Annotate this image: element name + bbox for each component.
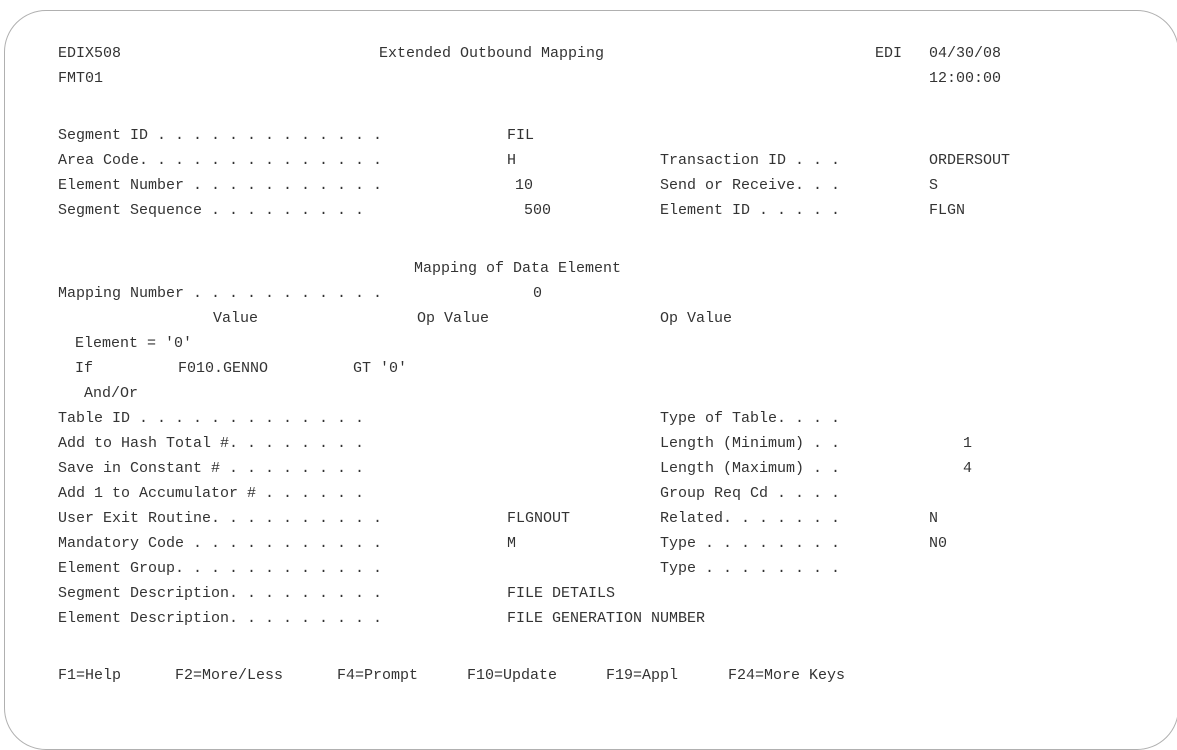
segment-description-label: Segment Description. . . . . . . . . [58,585,383,602]
f1-help-key[interactable]: F1=Help [58,667,121,685]
length-min-label: Length (Minimum) . . [660,435,841,452]
element-number-label: Element Number . . . . . . . . . . . [58,177,383,194]
accumulator-label: Add 1 to Accumulator # . . . . . . [58,485,365,502]
mandatory-code-value[interactable]: M [507,535,516,553]
col-op-value-header-2: Op Value [660,310,733,327]
length-max-label: Length (Maximum) . . [660,460,841,477]
type-label-2: Type . . . . . . . . [660,560,841,577]
related-label: Related. . . . . . . [660,510,841,527]
area-code-label: Area Code. . . . . . . . . . . . . . [58,152,383,169]
system-id: EDI [875,45,903,62]
program-id: EDIX508 [58,45,122,62]
transaction-id-label: Transaction ID . . . [660,152,841,169]
group-req-cd-label: Group Req Cd . . . . [660,485,841,502]
length-max-value[interactable]: 4 [963,460,972,478]
mapping-number-value[interactable]: 0 [533,285,542,303]
col-value-header: Value [213,310,259,327]
and-or-label[interactable]: And/Or [84,385,138,403]
f24-more-keys-key[interactable]: F24=More Keys [728,667,845,685]
screen-date: 04/30/08 [929,45,1002,62]
mandatory-code-label: Mandatory Code . . . . . . . . . . . [58,535,383,552]
type-label-1: Type . . . . . . . . [660,535,841,552]
send-or-receive-label: Send or Receive. . . [660,177,841,194]
if-label: If [75,360,94,377]
segment-sequence-value[interactable]: 500 [524,202,551,220]
element-id-value[interactable]: FLGN [929,202,965,220]
element-number-value[interactable]: 10 [515,177,533,195]
segment-id-label: Segment ID . . . . . . . . . . . . . [58,127,383,144]
format-id: FMT01 [58,70,104,87]
if-op-value[interactable]: GT '0' [353,360,407,378]
hash-total-label: Add to Hash Total #. . . . . . . . [58,435,365,452]
user-exit-label: User Exit Routine. . . . . . . . . . [58,510,383,527]
element-group-label: Element Group. . . . . . . . . . . . [58,560,383,577]
user-exit-value[interactable]: FLGNOUT [507,510,570,528]
segment-description-value: FILE DETAILS [507,585,616,602]
terminal-screen: EDIX508 Extended Outbound Mapping EDI 04… [0,0,1177,718]
segment-sequence-label: Segment Sequence . . . . . . . . . [58,202,365,219]
f19-appl-key[interactable]: F19=Appl [606,667,678,685]
f2-more-less-key[interactable]: F2=More/Less [175,667,283,685]
screen-time: 12:00:00 [929,70,1002,87]
f10-update-key[interactable]: F10=Update [467,667,557,685]
area-code-value[interactable]: H [507,152,516,170]
screen-title: Extended Outbound Mapping [379,45,605,62]
length-min-value[interactable]: 1 [963,435,972,453]
element-description-label: Element Description. . . . . . . . . [58,610,383,627]
segment-id-value[interactable]: FIL [507,127,534,145]
element-description-value: FILE GENERATION NUMBER [507,610,706,627]
col-op-value-header-1: Op Value [417,310,490,327]
related-value[interactable]: N [929,510,938,528]
if-value[interactable]: F010.GENNO [178,360,268,378]
table-id-label: Table ID . . . . . . . . . . . . . [58,410,365,427]
element-id-label: Element ID . . . . . [660,202,841,219]
transaction-id-value[interactable]: ORDERSOUT [929,152,1010,170]
type-value-1[interactable]: N0 [929,535,947,553]
send-or-receive-value[interactable]: S [929,177,938,195]
mapping-number-label: Mapping Number . . . . . . . . . . . [58,285,383,302]
save-constant-label: Save in Constant # . . . . . . . . [58,460,365,477]
f4-prompt-key[interactable]: F4=Prompt [337,667,418,685]
mapping-section-title: Mapping of Data Element [414,260,622,277]
type-of-table-label: Type of Table. . . . [660,410,841,427]
element-assignment[interactable]: Element = '0' [75,335,192,353]
